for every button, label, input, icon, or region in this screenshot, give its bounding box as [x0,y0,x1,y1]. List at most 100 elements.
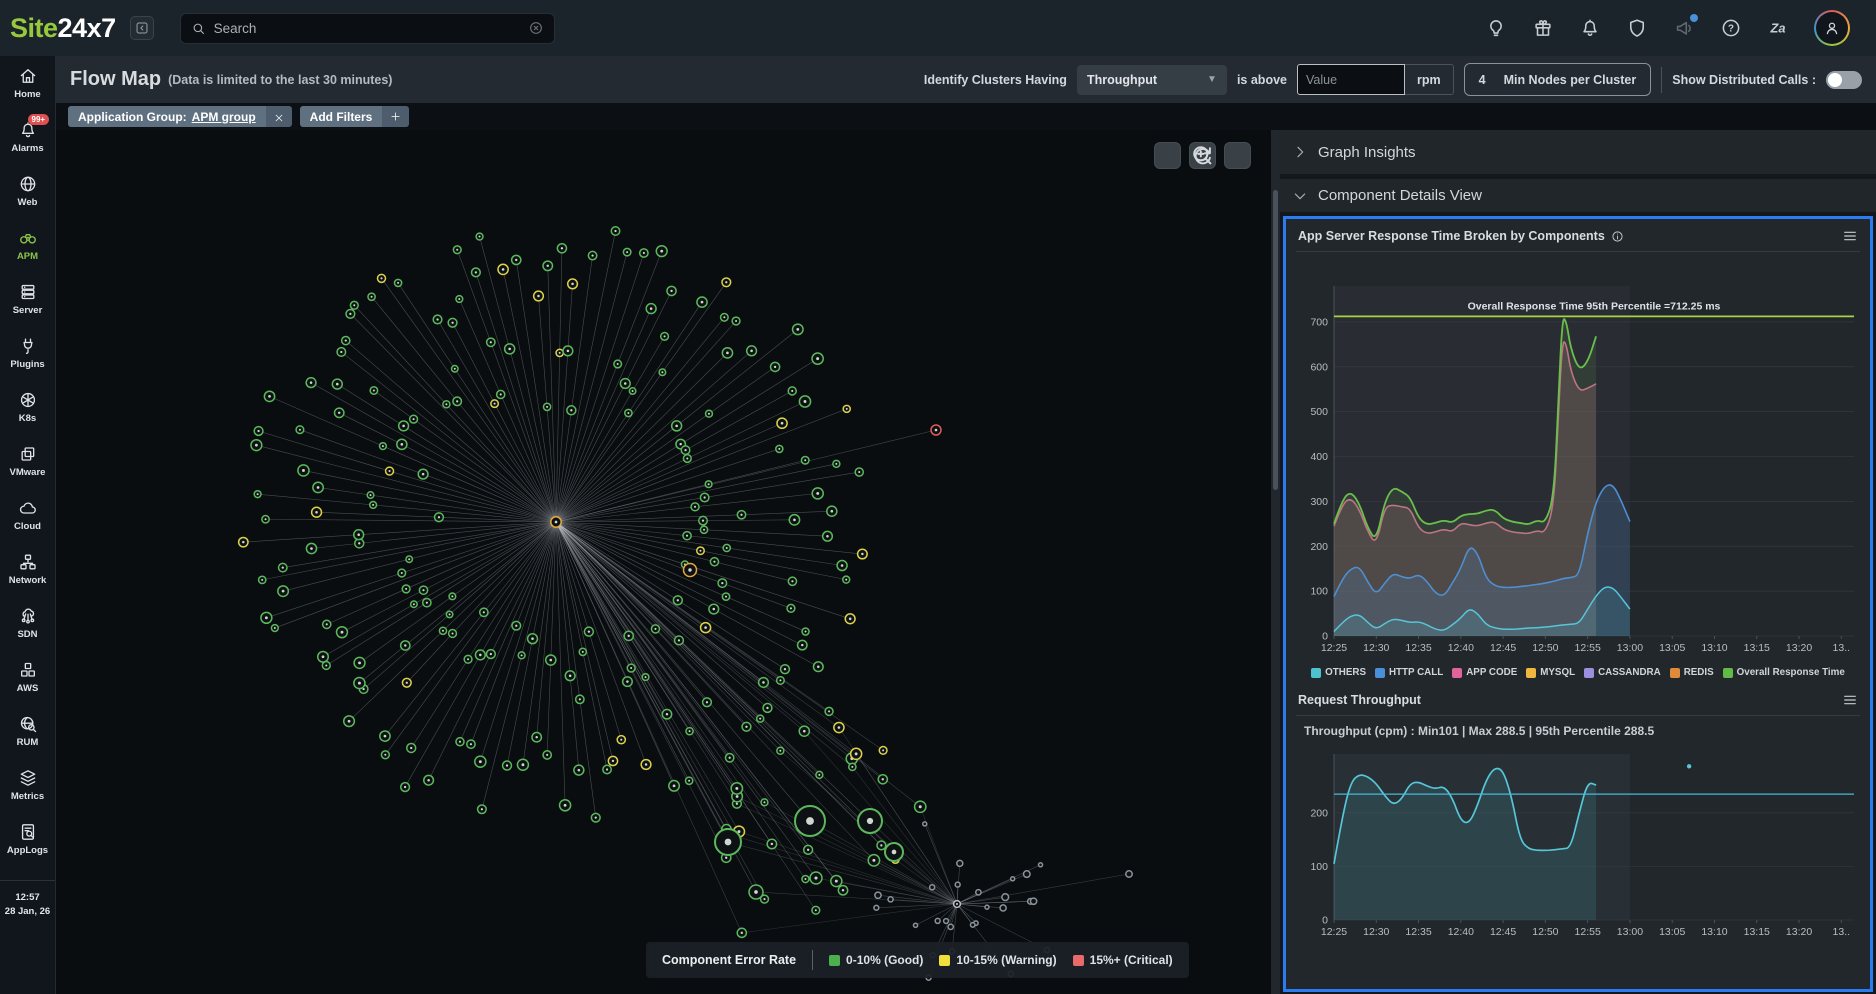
sidebar-item-label: Plugins [10,359,44,370]
graph-insights-section[interactable]: Graph Insights [1280,130,1876,174]
svg-text:13:10: 13:10 [1701,642,1727,654]
sidebar-item-web[interactable]: Web [0,164,55,218]
metric-dropdown[interactable]: Throughput ▼ [1077,65,1227,95]
chevron-down-icon: ▼ [1207,74,1217,85]
help-icon[interactable]: ? [1720,17,1742,39]
chart-menu-icon[interactable] [1842,228,1858,244]
chip-value[interactable]: APM group [192,110,256,124]
series-legend-item[interactable]: CASSANDRA [1584,667,1661,678]
svg-text:0: 0 [1322,915,1328,927]
svg-text:12:55: 12:55 [1575,926,1601,938]
series-legend-item[interactable]: APP CODE [1452,667,1517,678]
svg-text:0: 0 [1322,631,1328,643]
add-filters-chip[interactable]: Add Filters [300,106,410,127]
plus-icon [390,111,401,122]
application-group-filter-chip[interactable]: Application Group: APM group [68,106,292,127]
globe-icon [18,174,38,194]
svg-text:13:05: 13:05 [1659,642,1685,654]
cloud-icon [18,498,38,518]
sidebar-item-label: AWS [17,683,39,694]
gift-icon[interactable] [1532,17,1554,39]
sidebar-item-alarms[interactable]: 99+Alarms [0,110,55,164]
svg-text:13..: 13.. [1833,926,1851,938]
shield-icon[interactable] [1626,17,1648,39]
sidebar-item-label: Server [13,305,43,316]
series-legend-item[interactable]: MYSQL [1526,667,1575,678]
page-title: Flow Map [70,68,161,91]
sidebar-item-label: Metrics [11,791,44,802]
add-filters-label: Add Filters [310,110,373,124]
svg-text:12:50: 12:50 [1532,926,1558,938]
sidebar-item-plugins[interactable]: Plugins [0,326,55,380]
threshold-group: rpm [1297,64,1454,95]
sidebar-item-applogs[interactable]: AppLogs [0,812,55,866]
component-details-content: App Server Response Time Broken by Compo… [1283,216,1873,992]
flow-map-canvas[interactable]: Component Error Rate 0-10% (Good)10-15% … [56,130,1271,994]
bell-icon: 99+ [18,120,38,140]
min-nodes-control[interactable]: 4 Min Nodes per Cluster [1464,63,1652,96]
sidebar-item-server[interactable]: Server [0,272,55,326]
binoculars-icon [18,228,38,248]
svg-text:12:25: 12:25 [1321,926,1347,938]
bell-icon[interactable] [1579,17,1601,39]
series-legend-item[interactable]: REDIS [1670,667,1714,678]
k8s-icon [18,390,38,410]
chart-menu-icon[interactable] [1842,692,1858,708]
collapse-sidebar-button[interactable] [130,16,154,40]
component-details-section[interactable]: Component Details View [1280,179,1876,212]
sidebar-nav: Home99+AlarmsWeb APM Server Plugins K8sVMwar… [0,56,56,994]
panel-scrollbar[interactable] [1271,130,1280,994]
sidebar-item-sdn[interactable]: SDN [0,596,55,650]
is-above-label: is above [1237,73,1287,87]
sidebar-item-cloud[interactable]: Cloud [0,488,55,542]
min-nodes-label: Min Nodes per Cluster [1504,73,1637,87]
remove-filter-button[interactable] [266,106,292,127]
svg-text:12:45: 12:45 [1490,926,1516,938]
svg-text:12:50: 12:50 [1532,642,1558,654]
throughput-chart-svg: 010020012:2512:3012:3512:4012:4512:5012:… [1294,744,1862,940]
svg-text:12:25: 12:25 [1321,642,1347,654]
sidebar-item-metrics[interactable]: Metrics [0,758,55,812]
sidebar-item-vmware[interactable]: VMware [0,434,55,488]
svg-text:12:55: 12:55 [1575,642,1601,654]
svg-text:500: 500 [1310,406,1328,418]
svg-text:13:05: 13:05 [1659,926,1685,938]
svg-text:200: 200 [1310,541,1328,553]
divider [1661,67,1662,93]
search-bar[interactable] [180,13,555,44]
site24x7-logo[interactable]: Site24x7 [10,13,116,44]
series-legend-item[interactable]: Overall Response Time [1723,667,1845,678]
sidebar-item-label: APM [17,251,38,262]
svg-text:Za: Za [1770,21,1786,36]
series-legend-item[interactable]: OTHERS [1311,667,1366,678]
chevron-down-icon [1292,188,1308,204]
show-distributed-calls-toggle[interactable] [1826,71,1862,89]
add-filter-button[interactable] [382,106,409,127]
aws-icon [18,660,38,680]
chevron-right-icon [1292,144,1308,160]
clear-search-icon[interactable] [528,20,544,36]
error-rate-legend-item: 0-10% (Good) [829,953,923,967]
min-nodes-value[interactable]: 4 [1479,73,1486,87]
zoom-out-button[interactable] [1224,142,1251,169]
sidebar-item-k8s[interactable]: K8s [0,380,55,434]
svg-text:13:10: 13:10 [1701,926,1727,938]
threshold-value-input[interactable] [1297,64,1405,95]
svg-text:12:35: 12:35 [1405,926,1431,938]
search-input[interactable] [214,21,520,36]
bulb-icon[interactable] [1485,17,1507,39]
svg-text:13:00: 13:00 [1617,926,1643,938]
sidebar-item-rum[interactable]: RUM [0,704,55,758]
sidebar-item-aws[interactable]: AWS [0,650,55,704]
avatar[interactable] [1814,10,1850,46]
response-time-chart: 010020030040050060070012:2512:3012:3512:… [1286,252,1870,661]
info-icon[interactable] [1611,230,1624,243]
za-icon[interactable]: Za [1767,17,1789,39]
sidebar-item-apm[interactable]: APM [0,218,55,272]
person-icon [1823,19,1841,37]
sidebar-item-network[interactable]: Network [0,542,55,596]
sidebar-item-home[interactable]: Home [0,56,55,110]
svg-text:13:15: 13:15 [1744,642,1770,654]
series-legend-item[interactable]: HTTP CALL [1375,667,1443,678]
megaphone-icon[interactable] [1673,17,1695,39]
